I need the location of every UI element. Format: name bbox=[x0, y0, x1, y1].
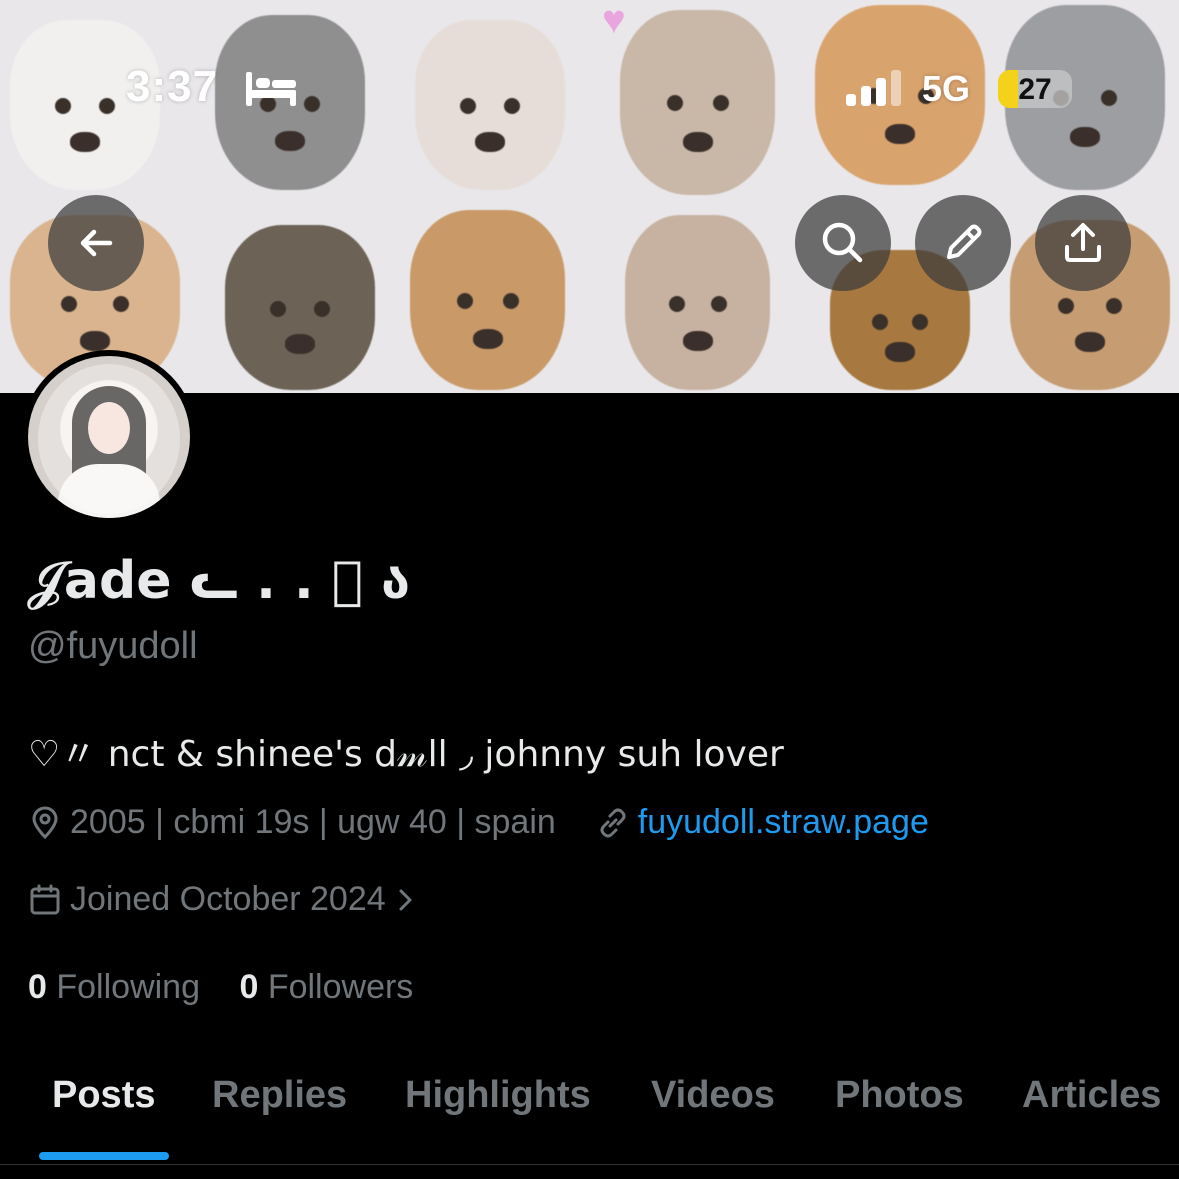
following-link[interactable]: 0 Following bbox=[28, 968, 209, 1006]
profile-link[interactable]: fuyudoll.straw.page bbox=[638, 803, 929, 842]
banner-puppy bbox=[225, 225, 375, 390]
tab-photos[interactable]: Photos bbox=[835, 1074, 964, 1117]
following-label: Following bbox=[56, 968, 200, 1006]
profile-avatar[interactable] bbox=[22, 350, 196, 524]
battery-level: 27 bbox=[1018, 73, 1052, 106]
profile-bio: ♡〃 nct & shinee's d𝓂ll ◞ johnny suh love… bbox=[28, 734, 784, 775]
followers-count: 0 bbox=[239, 968, 259, 1006]
tab-videos[interactable]: Videos bbox=[651, 1074, 775, 1117]
tab-articles[interactable]: Articles bbox=[1022, 1074, 1161, 1117]
status-time: 3:37 bbox=[126, 62, 219, 111]
chevron-right-icon bbox=[399, 889, 412, 910]
banner-puppy bbox=[415, 20, 565, 190]
heart-decoration-icon: ♥ bbox=[602, 0, 626, 42]
display-name: 𝒥ade ᓚ . . ᷟ ა bbox=[28, 551, 410, 611]
follow-stats: 0 Following 0 Followers bbox=[28, 968, 413, 1007]
profile-meta-row: 2005 | cbmi 19s | ugw 40 | spain fuyudol… bbox=[28, 803, 929, 842]
profile-location: 2005 | cbmi 19s | ugw 40 | spain bbox=[70, 803, 556, 841]
sleep-icon bbox=[244, 72, 298, 113]
tab-posts[interactable]: Posts bbox=[52, 1074, 155, 1117]
location-pin-icon bbox=[32, 806, 58, 839]
user-handle: @fuyudoll bbox=[28, 625, 198, 667]
search-icon bbox=[822, 222, 863, 263]
battery-indicator: 27 bbox=[998, 70, 1072, 108]
signal-icon bbox=[846, 70, 906, 111]
following-count: 0 bbox=[28, 968, 47, 1006]
tab-replies[interactable]: Replies bbox=[212, 1074, 347, 1117]
avatar-photo bbox=[28, 356, 190, 518]
back-button[interactable] bbox=[48, 195, 144, 291]
banner-puppy bbox=[410, 210, 565, 390]
active-tab-indicator bbox=[39, 1152, 169, 1160]
calendar-icon bbox=[30, 884, 60, 914]
back-arrow-icon bbox=[80, 229, 113, 257]
share-button[interactable] bbox=[1035, 195, 1131, 291]
joined-date: Joined October 2024 bbox=[70, 880, 386, 918]
profile-tabs: Posts Replies Highlights Videos Photos A… bbox=[0, 1060, 1179, 1165]
share-icon bbox=[1065, 223, 1101, 262]
search-button[interactable] bbox=[795, 195, 891, 291]
joined-date-row[interactable]: Joined October 2024 bbox=[28, 880, 416, 919]
followers-label: Followers bbox=[267, 968, 414, 1006]
network-label: 5G bbox=[922, 68, 971, 109]
edit-icon bbox=[947, 224, 982, 259]
banner-puppy bbox=[620, 10, 775, 195]
tab-highlights[interactable]: Highlights bbox=[405, 1074, 591, 1117]
followers-link[interactable]: 0 Followers bbox=[239, 968, 413, 1006]
banner-puppy bbox=[625, 215, 770, 390]
profile-banner[interactable]: ♥ 3:37 5G 27 bbox=[0, 0, 1179, 393]
link-icon bbox=[600, 808, 626, 837]
edit-button[interactable] bbox=[915, 195, 1011, 291]
